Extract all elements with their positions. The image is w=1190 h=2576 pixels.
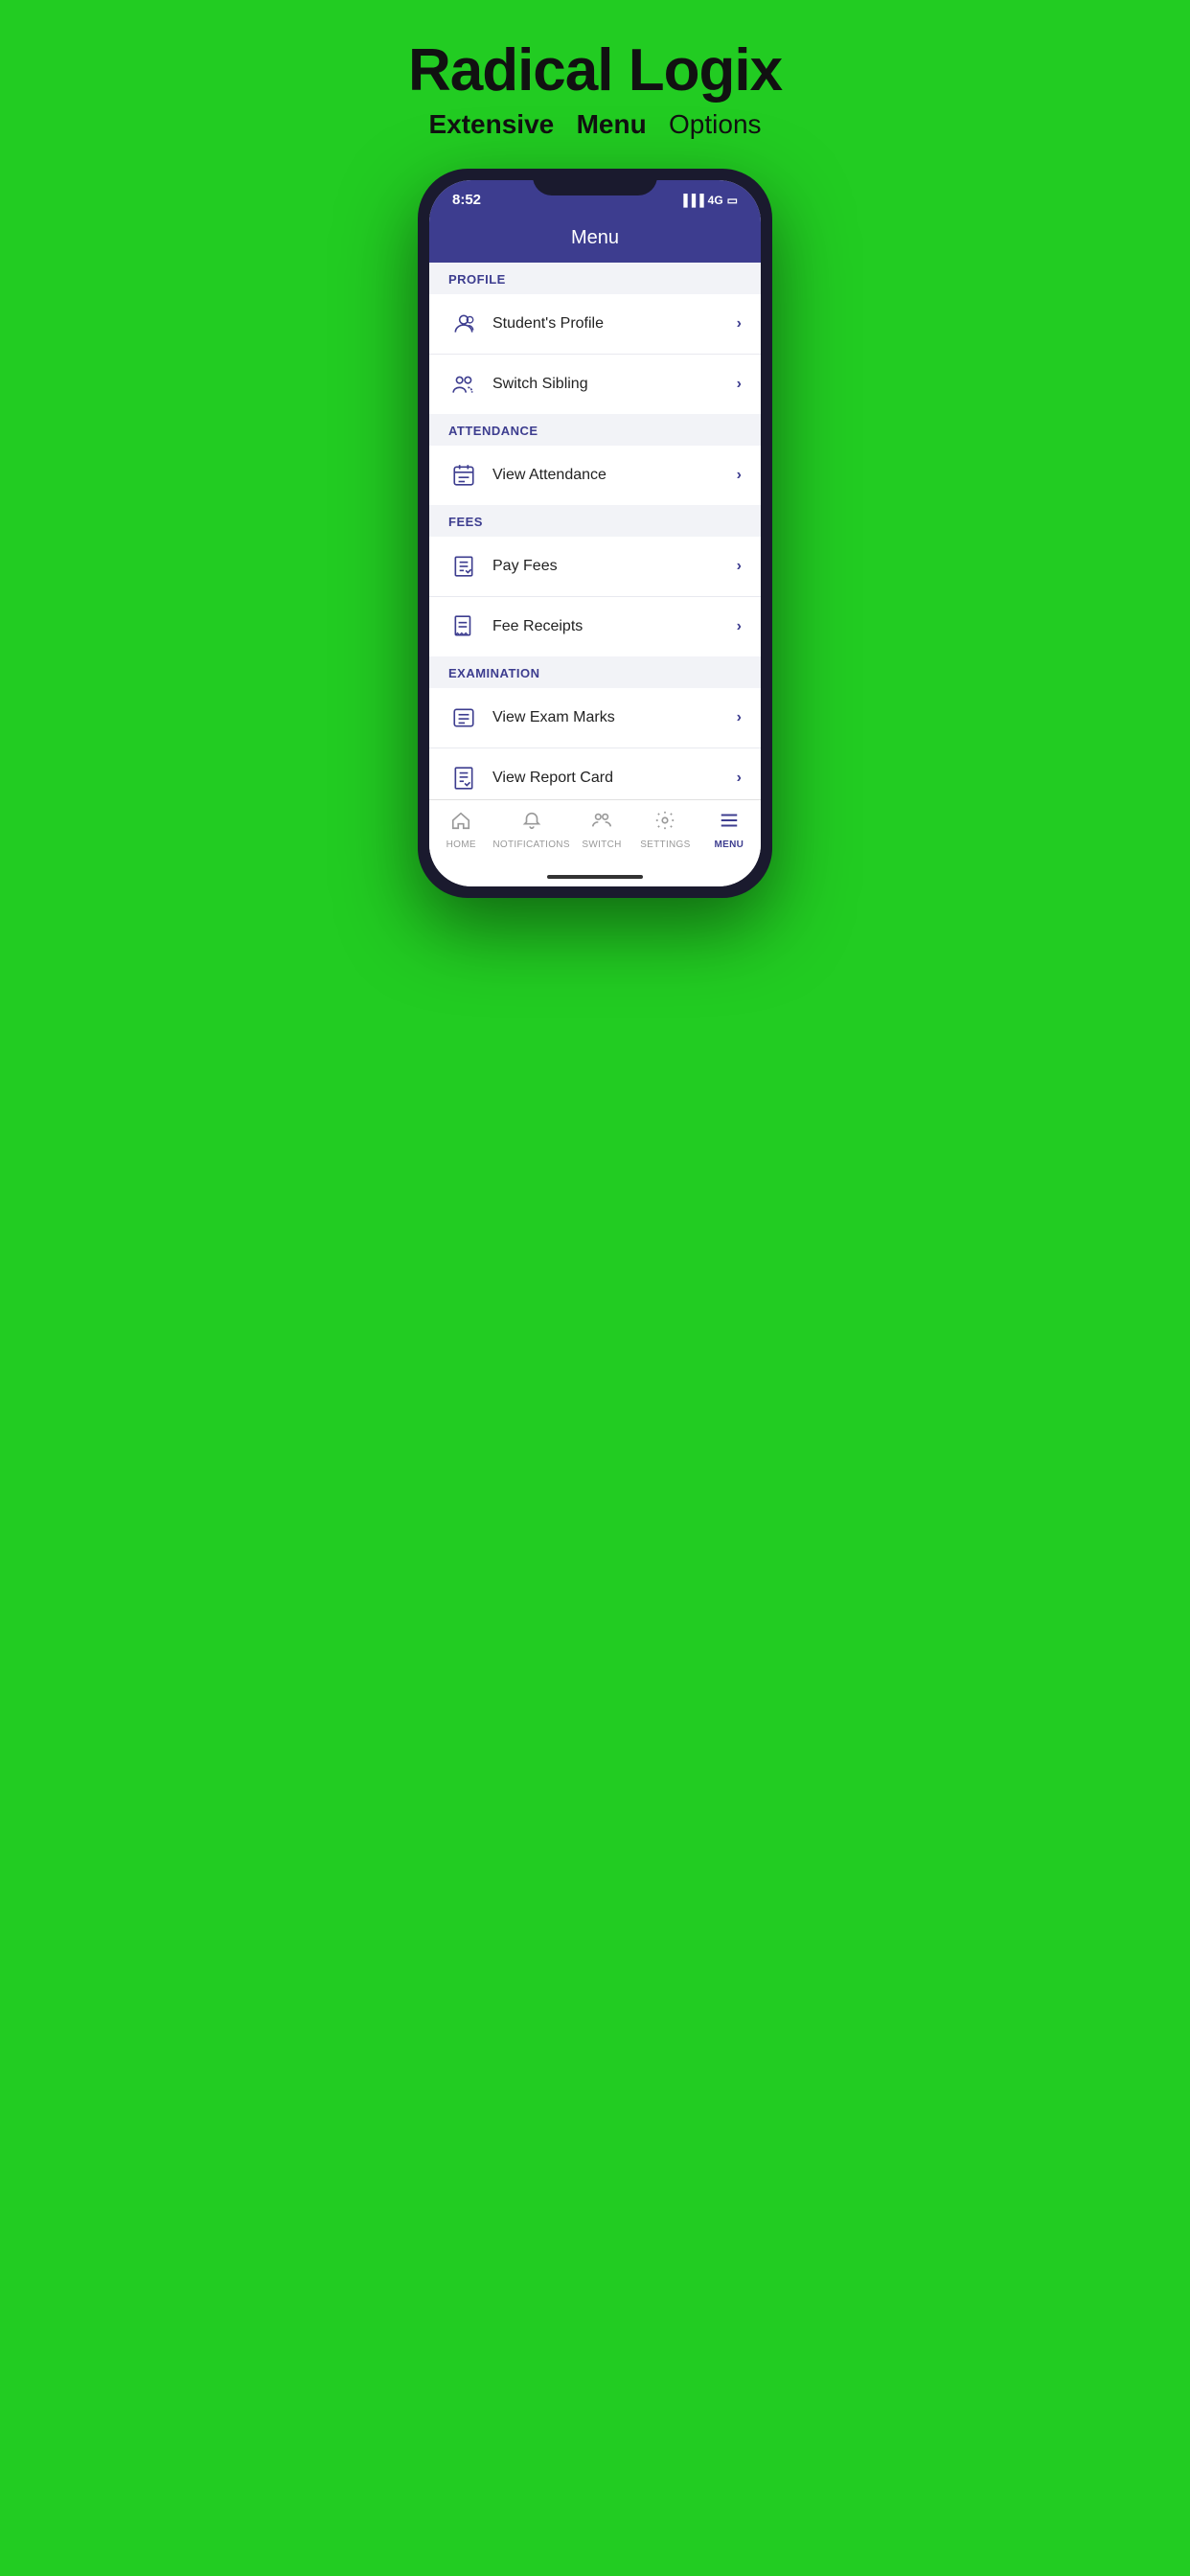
view-attendance-label: View Attendance xyxy=(492,467,737,484)
view-attendance-chevron: › xyxy=(737,467,742,484)
notch xyxy=(533,169,657,196)
status-time: 8:52 xyxy=(452,192,481,208)
app-header-bar: Menu xyxy=(429,216,761,263)
menu-nav-icon xyxy=(719,810,740,837)
subtitle-bold2: Menu xyxy=(577,109,647,139)
section-header-profile: PROFILE xyxy=(429,263,761,294)
pay-fees-label: Pay Fees xyxy=(492,558,737,575)
home-nav-label: HOME xyxy=(446,840,476,850)
switch-sibling-chevron: › xyxy=(737,376,742,393)
nav-switch[interactable]: SWITCH xyxy=(570,810,633,850)
app-header-title: Menu xyxy=(571,227,619,248)
home-indicator xyxy=(429,869,761,886)
menu-item-switch-sibling[interactable]: Switch Sibling › xyxy=(429,355,761,414)
profile-menu-list: Student's Profile › Switch Sibling › xyxy=(429,294,761,414)
status-icons: ▐▐▐ 4G ▭ xyxy=(679,194,738,207)
view-report-card-chevron: › xyxy=(737,770,742,787)
subtitle-bold1: Extensive xyxy=(428,109,554,139)
examination-menu-list: View Exam Marks › View Report Card xyxy=(429,688,761,799)
students-profile-chevron: › xyxy=(737,315,742,333)
attendance-menu-list: View Attendance › xyxy=(429,446,761,505)
nav-home[interactable]: HOME xyxy=(429,810,492,850)
view-exam-marks-chevron: › xyxy=(737,709,742,726)
students-profile-icon xyxy=(448,309,479,339)
switch-sibling-label: Switch Sibling xyxy=(492,376,737,393)
fees-menu-list: Pay Fees › Fee Receipts › xyxy=(429,537,761,656)
menu-content: PROFILE Student's Profile › xyxy=(429,263,761,799)
settings-nav-label: SETTINGS xyxy=(640,840,690,850)
subtitle-regular: Options xyxy=(669,109,762,139)
nav-menu[interactable]: MENU xyxy=(698,810,761,850)
bottom-nav: HOME NOTIFICATIONS xyxy=(429,799,761,869)
menu-item-fee-receipts[interactable]: Fee Receipts › xyxy=(429,597,761,656)
view-exam-marks-icon xyxy=(448,702,479,733)
section-header-fees: FEES xyxy=(429,505,761,537)
section-header-attendance: ATTENDANCE xyxy=(429,414,761,446)
home-nav-icon xyxy=(450,810,471,837)
section-header-examination: EXAMINATION xyxy=(429,656,761,688)
switch-nav-icon xyxy=(591,810,612,837)
menu-item-view-exam-marks[interactable]: View Exam Marks › xyxy=(429,688,761,748)
notifications-nav-icon xyxy=(521,810,542,837)
home-bar xyxy=(547,875,643,879)
view-report-card-label: View Report Card xyxy=(492,770,737,787)
notifications-nav-label: NOTIFICATIONS xyxy=(492,840,569,850)
app-title: Radical Logix xyxy=(408,38,782,104)
signal-icon: ▐▐▐ xyxy=(679,194,704,207)
menu-nav-label: MENU xyxy=(714,840,744,850)
menu-item-students-profile[interactable]: Student's Profile › xyxy=(429,294,761,355)
phone-screen: 8:52 ▐▐▐ 4G ▭ Menu PROFILE xyxy=(429,180,761,886)
fee-receipts-chevron: › xyxy=(737,618,742,635)
phone-shell: 8:52 ▐▐▐ 4G ▭ Menu PROFILE xyxy=(418,169,772,898)
settings-nav-icon xyxy=(654,810,675,837)
pay-fees-chevron: › xyxy=(737,558,742,575)
switch-nav-label: SWITCH xyxy=(582,840,621,850)
battery-icon: ▭ xyxy=(727,194,738,207)
menu-item-view-report-card[interactable]: View Report Card › xyxy=(429,748,761,799)
app-subtitle: Extensive Menu Options xyxy=(408,109,782,140)
fee-receipts-label: Fee Receipts xyxy=(492,618,737,635)
network-type: 4G xyxy=(708,194,723,207)
view-exam-marks-label: View Exam Marks xyxy=(492,709,737,726)
nav-settings[interactable]: SETTINGS xyxy=(633,810,697,850)
pay-fees-icon xyxy=(448,551,479,582)
menu-item-pay-fees[interactable]: Pay Fees › xyxy=(429,537,761,597)
fee-receipts-icon xyxy=(448,611,479,642)
students-profile-label: Student's Profile xyxy=(492,315,737,333)
page-header: Radical Logix Extensive Menu Options xyxy=(408,38,782,140)
menu-item-view-attendance[interactable]: View Attendance › xyxy=(429,446,761,505)
view-attendance-icon xyxy=(448,460,479,491)
nav-notifications[interactable]: NOTIFICATIONS xyxy=(492,810,569,850)
view-report-card-icon xyxy=(448,763,479,794)
switch-sibling-icon xyxy=(448,369,479,400)
